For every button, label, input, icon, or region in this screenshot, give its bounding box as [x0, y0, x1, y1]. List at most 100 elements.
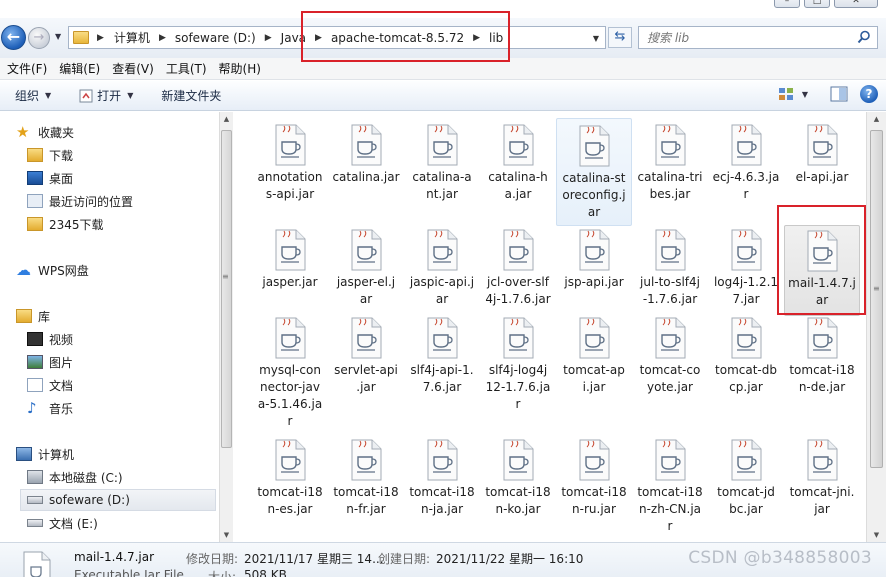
nav-desktop[interactable]: 桌面 — [27, 167, 73, 189]
scroll-down-icon[interactable]: ▼ — [220, 531, 233, 539]
file-item[interactable]: jul-to-slf4j -1.7.6.jar — [634, 229, 706, 308]
nav-downloads[interactable]: 下载 — [27, 144, 73, 166]
file-name-line: log4j-1.2.1 — [713, 275, 779, 289]
file-item[interactable]: catalina-a nt.jar — [406, 124, 478, 203]
breadcrumb-computer[interactable]: 计算机 — [114, 29, 150, 46]
nav-drive-c[interactable]: 本地磁盘 (C:) — [27, 466, 123, 488]
chevron-right-icon[interactable]: ▶ — [97, 33, 104, 43]
menu-edit[interactable]: 编辑(E) — [59, 60, 106, 77]
file-item[interactable]: tomcat-jd bc.jar — [710, 439, 782, 518]
file-item[interactable]: jasper-el.j ar — [330, 229, 402, 308]
scroll-thumb[interactable] — [221, 130, 232, 448]
file-name-line: cp.jar — [729, 380, 763, 394]
refresh-button[interactable]: ⇆ — [608, 27, 632, 48]
file-item[interactable]: ecj-4.6.3.ja r — [710, 124, 782, 203]
file-item[interactable]: log4j-1.2.1 7.jar — [710, 229, 782, 308]
file-item[interactable]: jsp-api.jar — [558, 229, 630, 291]
search-icon[interactable] — [857, 30, 871, 44]
close-button[interactable]: ✕ — [834, 0, 878, 8]
menu-tools[interactable]: 工具(T) — [166, 60, 213, 77]
open-icon — [79, 89, 93, 102]
detail-filetype: Executable Jar File — [74, 568, 184, 577]
file-item[interactable]: catalina.jar — [330, 124, 402, 186]
scroll-up-icon[interactable]: ▲ — [870, 115, 883, 123]
jar-file-icon — [807, 439, 838, 481]
view-options-button[interactable]: ▼ — [778, 87, 808, 101]
minimize-button[interactable]: – — [774, 0, 800, 8]
back-button[interactable]: ← — [1, 25, 26, 50]
file-item[interactable]: slf4j-log4j 12-1.7.6.ja r — [482, 317, 554, 413]
jar-file-icon — [275, 229, 306, 271]
file-item[interactable]: annotation s-api.jar — [254, 124, 326, 203]
file-list-scrollbar[interactable]: ▲ ≡ ▼ — [866, 112, 886, 542]
maximize-button[interactable]: □ — [804, 0, 830, 8]
file-name-line: n-fr.jar — [346, 502, 386, 516]
file-item[interactable]: jcl-over-slf 4j-1.7.6.jar — [482, 229, 554, 308]
file-item[interactable]: catalina-h a.jar — [482, 124, 554, 203]
nav-pictures[interactable]: 图片 — [27, 351, 73, 373]
file-item[interactable]: tomcat-db cp.jar — [710, 317, 782, 396]
chevron-down-icon: ▼ — [127, 91, 134, 100]
file-item[interactable]: slf4j-api-1. 7.6.jar — [406, 317, 478, 396]
file-name: log4j-1.2.1 7.jar — [710, 274, 782, 308]
file-name-line: catalina-tri — [637, 170, 703, 184]
scroll-up-icon[interactable]: ▲ — [220, 115, 233, 123]
chevron-right-icon[interactable]: ▶ — [265, 33, 272, 43]
file-item[interactable]: tomcat-i18 n-es.jar — [254, 439, 326, 518]
nav-music[interactable]: ♪ 音乐 — [27, 397, 73, 419]
help-icon[interactable]: ? — [860, 85, 878, 103]
nav-label: 下载 — [49, 148, 74, 163]
file-item[interactable]: catalina-st oreconfig.j ar — [556, 118, 632, 226]
nav-drive-e[interactable]: 文档 (E:) — [27, 512, 98, 534]
organize-button[interactable]: 组织 ▼ — [15, 85, 51, 107]
nav-wps-drive[interactable]: ☁ WPS网盘 — [16, 259, 89, 281]
file-item[interactable]: tomcat-ap i.jar — [558, 317, 630, 396]
file-item[interactable]: tomcat-jni. jar — [786, 439, 858, 518]
navigation-scrollbar[interactable]: ▲ ≡ ▼ — [219, 112, 233, 542]
nav-2345-downloads[interactable]: 2345下载 — [27, 213, 104, 235]
window-controls: – □ ✕ — [774, 0, 878, 8]
file-item[interactable]: tomcat-i18 n-ja.jar — [406, 439, 478, 518]
file-item[interactable]: catalina-tri bes.jar — [634, 124, 706, 203]
file-name-line: 7.jar — [732, 292, 760, 306]
recent-pages-dropdown[interactable]: ▼ — [55, 32, 61, 41]
preview-pane-icon[interactable] — [830, 86, 848, 102]
breadcrumb-drive-d[interactable]: sofeware (D:) — [175, 31, 256, 45]
file-item[interactable]: servlet-api .jar — [330, 317, 402, 396]
nav-videos[interactable]: 视频 — [27, 328, 73, 350]
open-button[interactable]: 打开 ▼ — [79, 85, 133, 107]
file-item[interactable]: tomcat-i18 n-de.jar — [786, 317, 858, 396]
search-input[interactable] — [647, 27, 847, 48]
nav-drive-d[interactable]: sofeware (D:) — [20, 489, 216, 511]
scroll-thumb[interactable] — [870, 130, 883, 468]
jar-file-icon — [655, 124, 686, 166]
nav-computer[interactable]: 计算机 — [16, 443, 74, 465]
nav-favorites[interactable]: ★ 收藏夹 — [16, 121, 74, 143]
file-item[interactable]: tomcat-i18 n-zh-CN.ja r — [634, 439, 706, 535]
jar-file-icon — [503, 229, 534, 271]
scroll-down-icon[interactable]: ▼ — [870, 531, 883, 539]
refresh-icon: ⇆ — [614, 29, 626, 44]
address-history-dropdown[interactable]: ▼ — [593, 34, 599, 43]
file-item[interactable]: tomcat-i18 n-fr.jar — [330, 439, 402, 518]
nav-recent[interactable]: 最近访问的位置 — [27, 190, 133, 212]
menu-help[interactable]: 帮助(H) — [219, 60, 267, 77]
jar-file-icon — [275, 124, 306, 166]
file-item[interactable]: jasper.jar — [254, 229, 326, 291]
file-item[interactable]: jaspic-api.j ar — [406, 229, 478, 308]
menu-view[interactable]: 查看(V) — [112, 60, 160, 77]
chevron-right-icon[interactable]: ▶ — [159, 33, 166, 43]
new-folder-button[interactable]: 新建文件夹 — [161, 85, 221, 107]
file-item[interactable]: tomcat-i18 n-ru.jar — [558, 439, 630, 518]
file-name-line: n-ko.jar — [495, 502, 541, 516]
file-item[interactable]: mysql-con nector-jav a-5.1.46.ja r — [254, 317, 326, 430]
file-item[interactable]: el-api.jar — [786, 124, 858, 186]
file-name: tomcat-i18 n-ru.jar — [558, 484, 630, 518]
menu-file[interactable]: 文件(F) — [7, 60, 53, 77]
file-name: catalina-h a.jar — [482, 169, 554, 203]
nav-documents[interactable]: 文档 — [27, 374, 73, 396]
file-item[interactable]: tomcat-i18 n-ko.jar — [482, 439, 554, 518]
file-item[interactable]: tomcat-co yote.jar — [634, 317, 706, 396]
forward-button[interactable]: → — [28, 27, 50, 49]
nav-libraries[interactable]: 库 — [16, 305, 50, 327]
